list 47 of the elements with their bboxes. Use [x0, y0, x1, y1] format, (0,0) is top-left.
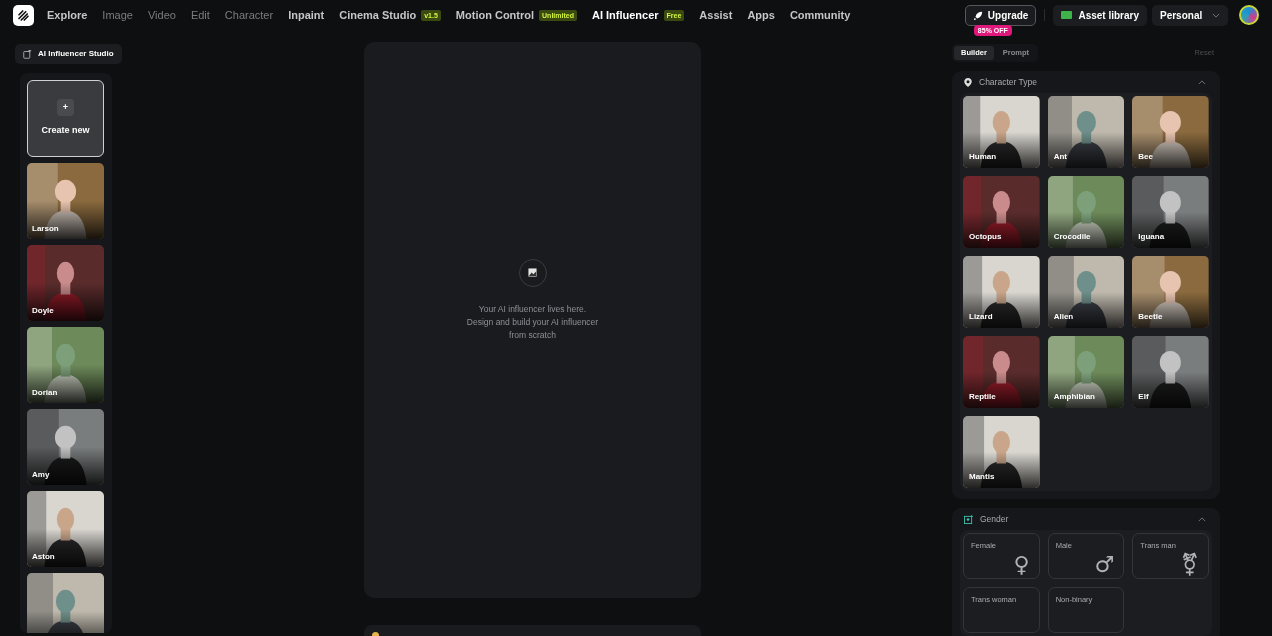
nav-tab[interactable]: Edit [190, 6, 210, 24]
tile-label: Alien [1053, 311, 1074, 323]
character-name: Doyle [32, 305, 54, 317]
location-pin-icon [964, 77, 972, 87]
nav-tab[interactable]: Community [789, 6, 851, 24]
asset-library-button[interactable]: Asset library [1053, 4, 1147, 26]
tile-label: Iguana [1138, 231, 1165, 243]
nav-tab[interactable]: Inpaint [288, 6, 325, 24]
tile-label: Octopus [969, 231, 1002, 243]
plus-icon: + [57, 99, 74, 117]
tile-label: Crocodile [1053, 231, 1091, 243]
create-new-button[interactable]: + Create new [27, 80, 104, 157]
section-title: Gender [980, 512, 1009, 526]
nav-tab[interactable]: Assist [699, 6, 733, 24]
chevron-icon[interactable] [1198, 79, 1206, 85]
gender-symbol-icon: ♀ [1013, 554, 1030, 576]
rocket-icon [972, 10, 983, 21]
tile-label: Bee [1138, 151, 1153, 163]
studio-button[interactable]: AI Influencer Studio [15, 44, 122, 64]
nav-tab[interactable]: Character [224, 6, 274, 24]
character-name: Dorian [32, 387, 58, 399]
nav-tab[interactable]: Apps [747, 6, 775, 24]
empty-state-text: Your AI influencer lives here. Design and build your AI influencer from scratch [466, 302, 599, 342]
folder-icon [1061, 11, 1073, 19]
tile-label: Beetle [1138, 311, 1163, 323]
character-name: Amy [32, 469, 50, 481]
character-name: Larson [32, 223, 59, 235]
gender-symbol-icon: ⚧ [1180, 554, 1199, 576]
chevron-down-icon [1212, 12, 1220, 18]
tile-label: Ant [1053, 151, 1067, 163]
tile-label: Human [969, 151, 997, 163]
section-title: Character Type [979, 75, 1037, 89]
nav-tab[interactable]: Image [102, 6, 133, 24]
tile-label: Mantis [969, 471, 995, 483]
logo-icon[interactable] [13, 4, 34, 26]
tile-label: Amphibian [1053, 391, 1095, 403]
nav-tab[interactable]: Explore [47, 6, 88, 24]
upgrade-button[interactable]: Upgrade [964, 5, 1037, 26]
character-name: Aston [32, 551, 55, 563]
chevron-icon[interactable] [1198, 516, 1206, 522]
tile-label: Reptile [969, 391, 996, 403]
nav-tab[interactable]: Video [147, 6, 176, 24]
avatar[interactable] [1239, 5, 1259, 25]
tile-label: Lizard [969, 311, 993, 323]
gender-symbol-icon: ♂ [1094, 554, 1115, 576]
tile-label: Elf [1138, 391, 1149, 403]
workspace-dropdown[interactable]: Personal [1152, 4, 1228, 26]
